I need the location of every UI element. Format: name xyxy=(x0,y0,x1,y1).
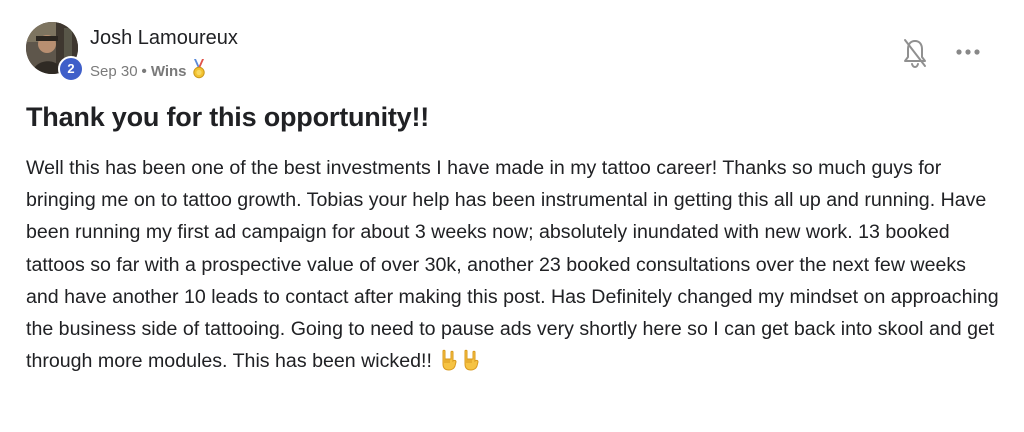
post-meta: Sep 30 • Wins xyxy=(90,59,206,83)
post-body: Well this has been one of the best inves… xyxy=(26,152,1001,381)
level-badge: 2 xyxy=(58,56,84,82)
mute-notifications-button[interactable] xyxy=(902,37,928,69)
rock-on-hand-emoji xyxy=(439,349,459,381)
post-date[interactable]: Sep 30 xyxy=(90,63,138,80)
bell-off-icon xyxy=(904,39,926,69)
post-title: Thank you for this opportunity!! xyxy=(26,102,430,132)
more-options-button[interactable] xyxy=(954,42,982,62)
meta-separator: • xyxy=(141,63,147,80)
post-body-text: Well this has been one of the best inves… xyxy=(26,157,999,373)
more-horizontal-icon xyxy=(956,49,980,55)
author-name[interactable]: Josh Lamoureux xyxy=(90,27,238,50)
author-avatar-group[interactable]: 2 xyxy=(26,22,84,82)
rock-on-hand-emoji xyxy=(461,349,481,381)
post-card: 2 Josh Lamoureux Sep 30 • Wins Thank you f… xyxy=(0,0,1024,432)
medal-icon xyxy=(192,59,206,83)
post-category[interactable]: Wins xyxy=(151,63,187,80)
